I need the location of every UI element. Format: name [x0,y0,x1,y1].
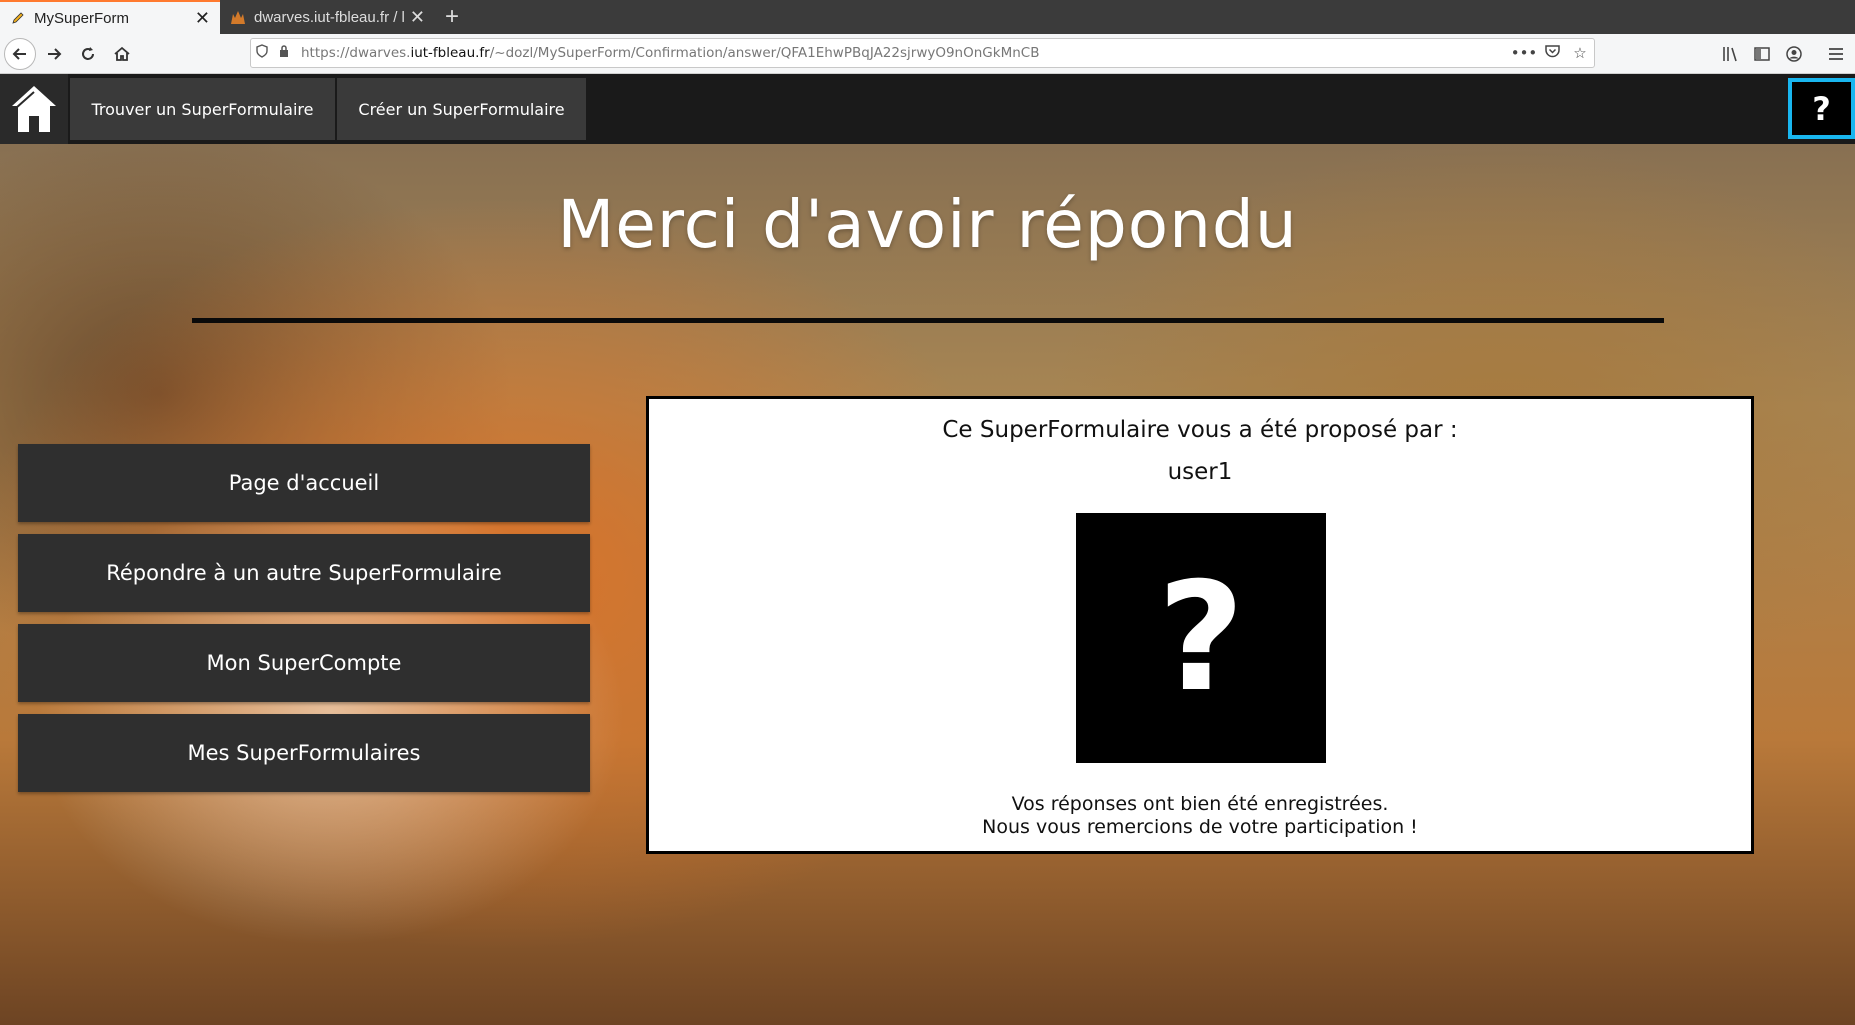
page-title: Merci d'avoir répondu [557,186,1298,263]
tab-dwarves[interactable]: dwarves.iut-fbleau.fr / lo ✕ [220,0,435,34]
confirmation-card: Ce SuperFormulaire vous a été proposé pa… [646,396,1754,854]
nav-find-superform[interactable]: Trouver un SuperFormulaire [70,78,335,140]
help-button[interactable]: ? [1788,78,1855,139]
close-tab-icon[interactable]: ✕ [410,7,425,28]
browser-nav-bar: https://dwarves.iut-fbleau.fr/~dozl/MySu… [0,34,1855,74]
home-page-button[interactable]: Page d'accueil [18,444,590,522]
url-bar[interactable]: https://dwarves.iut-fbleau.fr/~dozl/MySu… [250,38,1595,68]
question-mark-icon: ? [1157,551,1245,725]
menu-icon[interactable] [1828,34,1844,74]
lock-icon[interactable] [273,44,295,62]
message-line-2: Nous vous remercions de votre participat… [982,816,1418,838]
more-icon[interactable]: ••• [1510,44,1538,62]
home-button[interactable] [0,74,68,144]
url-text: https://dwarves.iut-fbleau.fr/~dozl/MySu… [301,45,1040,61]
library-icon[interactable] [1722,34,1740,74]
back-icon[interactable] [4,37,36,70]
bookmark-star-icon[interactable]: ☆ [1566,44,1594,62]
home-icon[interactable] [106,38,138,70]
account-icon[interactable] [1786,34,1802,74]
new-tab-button[interactable]: + [435,0,469,34]
confirmation-message: Vos réponses ont bien été enregistrées. … [649,793,1751,839]
tab-label: MySuperForm [34,9,130,27]
tab-label: dwarves.iut-fbleau.fr / lo [254,8,404,26]
shield-icon[interactable] [251,44,273,62]
my-account-button[interactable]: Mon SuperCompte [18,624,590,702]
message-line-1: Vos réponses ont bien été enregistrées. [1011,793,1389,815]
pocket-icon[interactable] [1538,44,1566,62]
browser-tab-bar: MySuperForm ✕ dwarves.iut-fbleau.fr / lo… [0,0,1855,34]
reload-icon[interactable] [72,38,104,70]
site-header: Trouver un SuperFormulaire Créer un Supe… [0,74,1855,144]
house-icon [12,86,56,132]
proposed-by-label: Ce SuperFormulaire vous a été proposé pa… [942,417,1458,443]
title-divider [192,318,1664,323]
author-avatar: ? [1076,513,1326,763]
answer-another-form-button[interactable]: Répondre à un autre SuperFormulaire [18,534,590,612]
nav-create-superform[interactable]: Créer un SuperFormulaire [337,78,586,140]
page-background: Trouver un SuperFormulaire Créer un Supe… [0,74,1855,1025]
sidebar-icon[interactable] [1754,34,1770,74]
author-username: user1 [1167,459,1233,485]
forward-icon[interactable] [38,38,70,70]
castle-favicon-icon [230,9,246,25]
my-superforms-button[interactable]: Mes SuperFormulaires [18,714,590,792]
tab-mysuperform[interactable]: MySuperForm ✕ [0,0,220,34]
close-tab-icon[interactable]: ✕ [195,8,210,29]
pencil-favicon-icon [10,10,26,26]
